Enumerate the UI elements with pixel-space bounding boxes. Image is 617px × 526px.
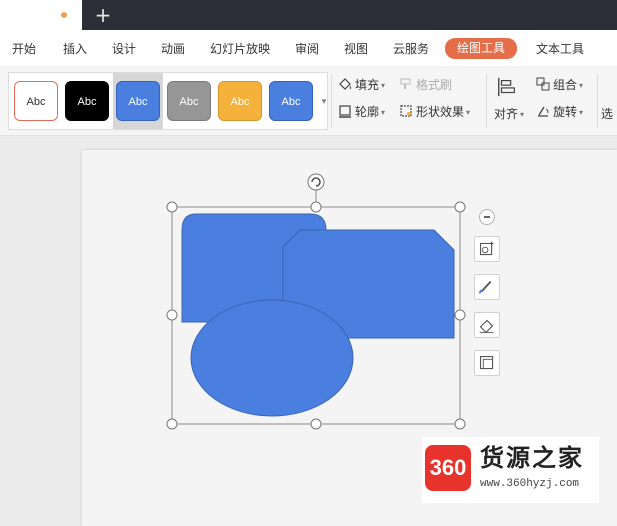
- resize-handle-right[interactable]: [454, 309, 466, 321]
- resize-handle-top-left[interactable]: [166, 201, 178, 213]
- logo-badge: 360: [425, 445, 471, 491]
- resize-handle-bottom-left[interactable]: [166, 418, 178, 430]
- shape-insert-icon: [479, 241, 494, 256]
- rotate-handle-icon[interactable]: [307, 173, 325, 191]
- logo-title: 货源之家: [480, 444, 584, 472]
- resize-handle-top-right[interactable]: [454, 201, 466, 213]
- resize-handle-bottom-right[interactable]: [454, 418, 466, 430]
- frame-icon: [479, 355, 494, 370]
- resize-handle-bottom[interactable]: [310, 418, 322, 430]
- eraser-icon: [479, 319, 494, 334]
- eraser-button[interactable]: [474, 312, 500, 338]
- brush-icon: [478, 280, 492, 294]
- ellipse-shape[interactable]: [190, 299, 354, 417]
- brush-button[interactable]: [474, 274, 500, 300]
- watermark-logo: 360 货源之家 www.360hyzj.com: [422, 437, 599, 503]
- resize-handle-top[interactable]: [310, 201, 322, 213]
- resize-handle-left[interactable]: [166, 309, 178, 321]
- logo-url: www.360hyzj.com: [480, 478, 580, 490]
- shape-insert-button[interactable]: [474, 236, 500, 262]
- collapse-toolbar-icon[interactable]: [479, 209, 495, 225]
- frame-button[interactable]: [474, 350, 500, 376]
